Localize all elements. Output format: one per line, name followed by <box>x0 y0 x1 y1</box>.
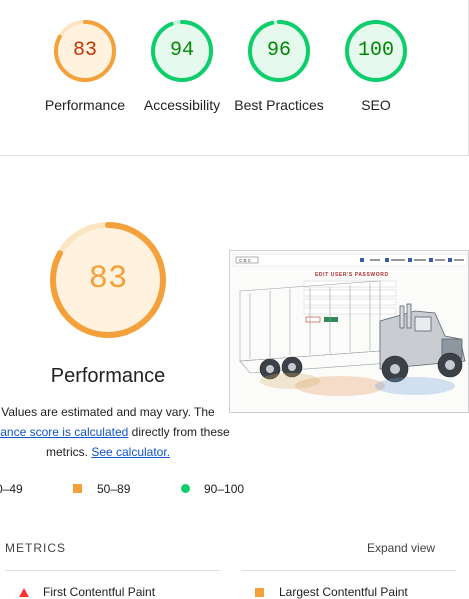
performance-description: Values are estimated and may vary. The r… <box>0 402 248 462</box>
best-practices-score: 96 <box>266 39 291 62</box>
thumb-logo-text: C B C <box>239 258 252 263</box>
legend-fail-label: 0–49 <box>0 482 23 496</box>
pass-circle-icon <box>181 484 190 493</box>
legend-pass-label: 90–100 <box>204 482 245 496</box>
metrics-divider-right <box>241 570 456 571</box>
legend-average: 50–89 <box>97 482 130 496</box>
best-practices-label[interactable]: Best Practices <box>224 95 334 115</box>
best-practices-gauge[interactable]: 96 <box>246 18 312 84</box>
seo-label[interactable]: SEO <box>321 95 431 115</box>
seo-gauge[interactable]: 100 <box>343 18 409 84</box>
performance-large-gauge: 83 <box>48 220 168 340</box>
average-square-icon <box>73 484 82 493</box>
performance-gauge[interactable]: 83 <box>52 18 118 84</box>
performance-label[interactable]: Performance <box>30 95 140 115</box>
accessibility-label[interactable]: Accessibility <box>127 95 237 115</box>
description-text-2: directly from these <box>131 425 230 439</box>
scores-summary: 83 Performance 94 Accessibility 96 Best … <box>0 0 469 156</box>
legend-fail: 0–49 <box>0 482 23 496</box>
legend-average-label: 50–89 <box>97 482 131 496</box>
performance-large-score: 83 <box>88 260 128 297</box>
accessibility-score: 94 <box>169 39 194 62</box>
seo-score: 100 <box>357 39 394 62</box>
performance-title: Performance <box>50 365 166 387</box>
description-text-3: metrics. <box>45 445 88 459</box>
see-calculator-link[interactable]: See calculator. <box>91 445 170 459</box>
final-screenshot[interactable]: C B C EDIT USER'S PASSWORD <box>229 250 469 413</box>
truck-sketch-image: C B C EDIT USER'S PASSWORD <box>230 251 468 412</box>
expand-view-toggle[interactable]: Expand view <box>367 541 435 555</box>
thumb-heading: EDIT USER'S PASSWORD <box>315 272 389 278</box>
score-calculated-link[interactable]: rmance score is calculated <box>0 425 128 439</box>
metrics-divider-left <box>5 570 220 571</box>
performance-score: 83 <box>72 39 97 62</box>
description-text-1: Values are estimated and may vary. The <box>1 405 215 419</box>
accessibility-gauge[interactable]: 94 <box>149 18 215 84</box>
metrics-header: METRICS <box>5 541 66 555</box>
legend-pass: 90–100 <box>204 482 244 496</box>
fail-triangle-icon <box>19 588 29 597</box>
average-square-icon-metric <box>255 588 264 597</box>
